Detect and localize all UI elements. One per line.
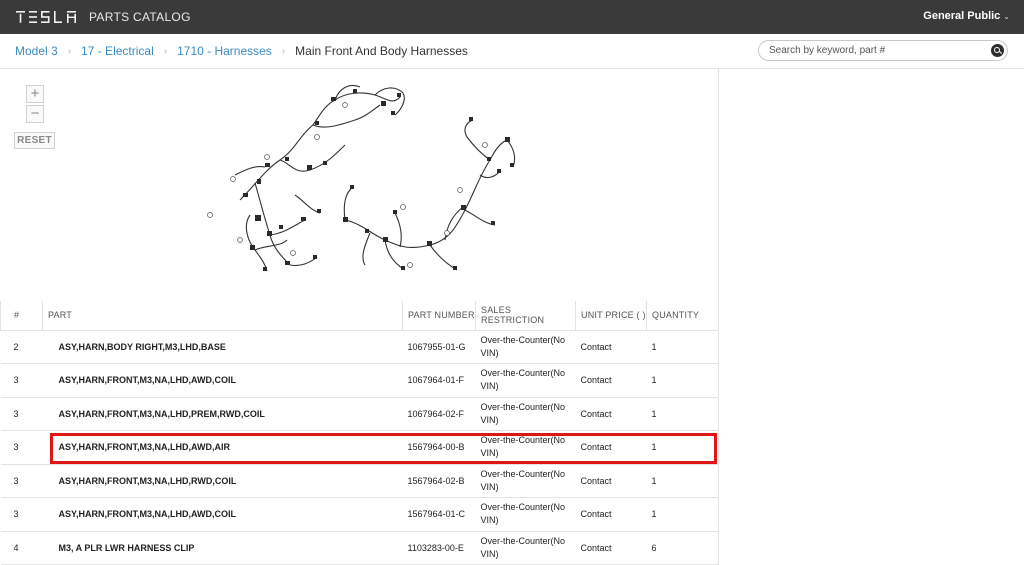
tesla-logo[interactable] [16, 10, 80, 24]
row-number: 3 [0, 430, 43, 465]
table-row[interactable]: 3 ASY,HARN,FRONT,M3,NA,LHD,AWD,COIL 1067… [0, 363, 719, 398]
breadcrumb-category[interactable]: 17 - Electrical [81, 44, 154, 58]
row-number: 2 [0, 330, 43, 364]
table-row[interactable]: 2 ASY,HARN,BODY RIGHT,M3,LHD,BASE 106795… [0, 330, 719, 364]
breadcrumb-current: Main Front And Body Harnesses [295, 44, 468, 58]
user-menu[interactable]: General Public ⌄ [923, 10, 1010, 22]
table-row[interactable]: 3 ASY,HARN,FRONT,M3,NA,LHD,RWD,COIL 1567… [0, 464, 719, 498]
chevron-right-icon: › [163, 45, 168, 57]
part-name[interactable]: ASY,HARN,FRONT,M3,NA,LHD,PREM,RWD,COIL [42, 397, 403, 431]
part-number: 1067955-01-G [402, 330, 476, 364]
column-header-quantity: QUANTITY [646, 301, 719, 331]
row-number: 3 [0, 397, 43, 431]
unit-price: Contact [575, 397, 647, 431]
sales-restriction: Over-the-Counter(No VIN) [475, 330, 576, 364]
sales-restriction: Over-the-Counter(No VIN) [475, 397, 576, 431]
sales-restriction: Over-the-Counter(No VIN) [475, 464, 576, 498]
part-number: 1067964-01-F [402, 363, 476, 398]
breadcrumb-subcategory[interactable]: 1710 - Harnesses [177, 44, 272, 58]
top-bar: PARTS CATALOG General Public ⌄ [0, 0, 1024, 34]
part-name[interactable]: ASY,HARN,FRONT,M3,NA,LHD,AWD,AIR [42, 430, 403, 465]
quantity: 1 [646, 464, 719, 498]
part-name[interactable]: M3, A PLR LWR HARNESS CLIP [42, 531, 403, 565]
unit-price: Contact [575, 531, 647, 565]
quantity: 1 [646, 330, 719, 364]
column-header-part-number: PART NUMBER [402, 301, 476, 331]
quantity: 1 [646, 430, 719, 465]
user-name: General Public [923, 10, 1001, 22]
quantity: 1 [646, 363, 719, 398]
diagram-area[interactable]: + − RESET [0, 69, 718, 301]
part-number: 1567964-00-B [402, 430, 476, 465]
catalog-title: PARTS CATALOG [89, 10, 191, 24]
part-number: 1067964-02-F [402, 397, 476, 431]
part-name[interactable]: ASY,HARN,BODY RIGHT,M3,LHD,BASE [42, 330, 403, 364]
right-panel [718, 69, 1024, 560]
part-number: 1567964-01-C [402, 497, 476, 532]
breadcrumb-bar: Model 3 › 17 - Electrical › 1710 - Harne… [0, 34, 1024, 69]
column-header-number: # [0, 301, 43, 331]
column-header-unit-price: UNIT PRICE ( ) [575, 301, 647, 331]
quantity: 1 [646, 397, 719, 431]
breadcrumb-model[interactable]: Model 3 [15, 44, 58, 58]
unit-price: Contact [575, 430, 647, 465]
table-row[interactable]: 4 M3, A PLR LWR HARNESS CLIP 1103283-00-… [0, 531, 719, 565]
sales-restriction: Over-the-Counter(No VIN) [475, 531, 576, 565]
unit-price: Contact [575, 330, 647, 364]
sales-restriction: Over-the-Counter(No VIN) [475, 363, 576, 398]
column-header-part: PART [42, 301, 403, 331]
chevron-down-icon: ⌄ [1003, 11, 1010, 21]
unit-price: Contact [575, 363, 647, 398]
quantity: 6 [646, 531, 719, 565]
table-row[interactable]: 3 ASY,HARN,FRONT,M3,NA,LHD,PREM,RWD,COIL… [0, 397, 719, 431]
part-number: 1567964-02-B [402, 464, 476, 498]
column-header-sales-restriction: SALES RESTRICTION [475, 301, 576, 331]
search-input[interactable] [769, 43, 969, 58]
chevron-right-icon: › [281, 45, 286, 57]
table-row-highlighted[interactable]: 3 ASY,HARN,FRONT,M3,NA,LHD,AWD,AIR 15679… [0, 430, 719, 465]
harness-diagram[interactable] [195, 75, 525, 285]
search-icon[interactable] [991, 44, 1004, 57]
row-number: 3 [0, 497, 43, 532]
part-name[interactable]: ASY,HARN,FRONT,M3,NA,LHD,AWD,COIL [42, 497, 403, 532]
sales-restriction: Over-the-Counter(No VIN) [475, 430, 576, 465]
part-number: 1103283-00-E [402, 531, 476, 565]
breadcrumb: Model 3 › 17 - Electrical › 1710 - Harne… [15, 44, 468, 58]
unit-price: Contact [575, 464, 647, 498]
zoom-out-button[interactable]: − [26, 105, 44, 123]
reset-button[interactable]: RESET [14, 132, 55, 149]
row-number: 3 [0, 363, 43, 398]
row-number: 4 [0, 531, 43, 565]
search-box [758, 40, 1008, 61]
sales-restriction: Over-the-Counter(No VIN) [475, 497, 576, 532]
quantity: 1 [646, 497, 719, 532]
part-name[interactable]: ASY,HARN,FRONT,M3,NA,LHD,AWD,COIL [42, 363, 403, 398]
parts-table: # PART PART NUMBER SALES RESTRICTION UNI… [0, 301, 719, 565]
table-row[interactable]: 3 ASY,HARN,FRONT,M3,NA,LHD,AWD,COIL 1567… [0, 497, 719, 532]
zoom-in-button[interactable]: + [26, 85, 44, 103]
part-name[interactable]: ASY,HARN,FRONT,M3,NA,LHD,RWD,COIL [42, 464, 403, 498]
unit-price: Contact [575, 497, 647, 532]
row-number: 3 [0, 464, 43, 498]
chevron-right-icon: › [67, 45, 72, 57]
table-header: # PART PART NUMBER SALES RESTRICTION UNI… [0, 301, 719, 331]
